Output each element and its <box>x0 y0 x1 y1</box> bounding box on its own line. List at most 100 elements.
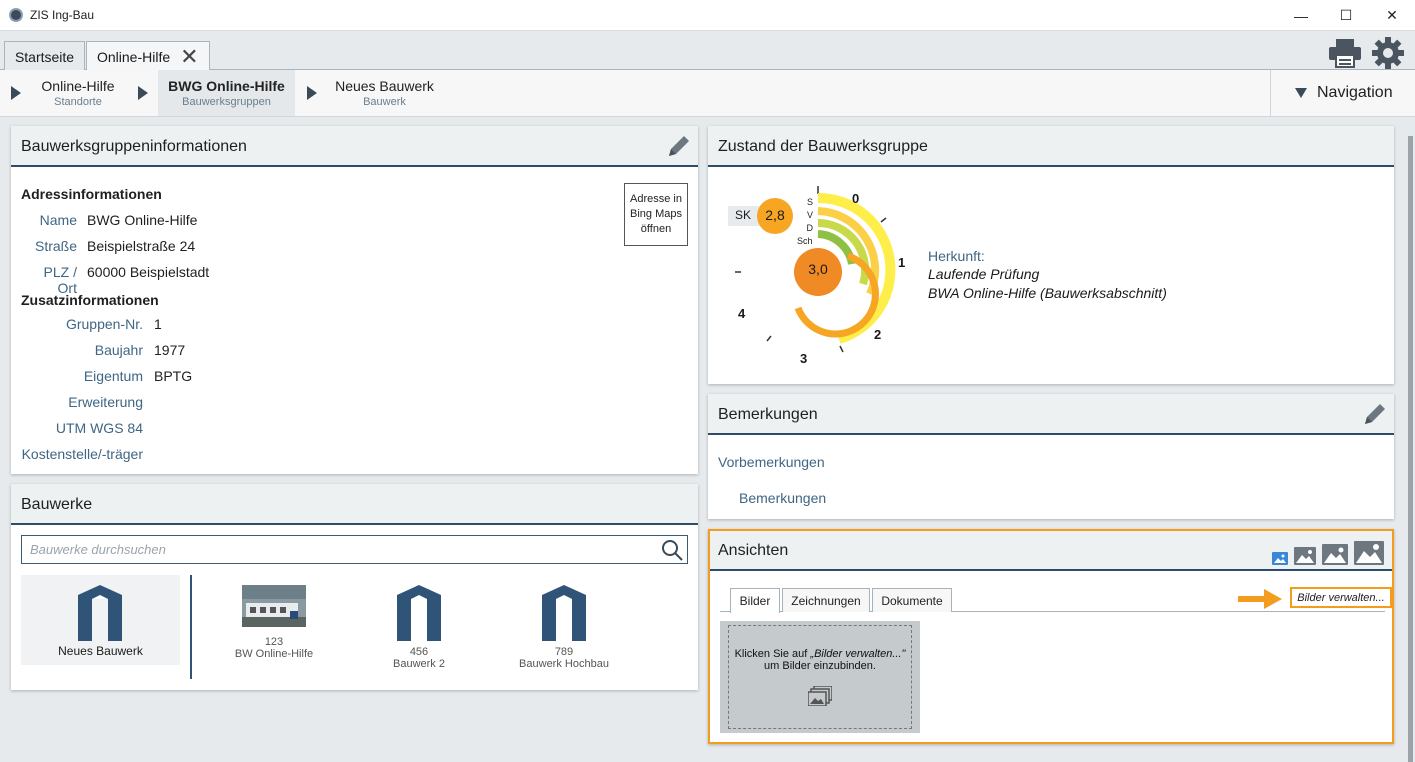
bauwerk-photo <box>242 585 306 627</box>
minimize-button[interactable]: — <box>1278 0 1324 31</box>
divider <box>190 575 192 679</box>
cost-center-label: Kostenstelle/-träger <box>21 446 143 462</box>
ring-labels: S V D <box>801 196 814 235</box>
open-bing-maps-button[interactable]: Adresse in Bing Maps öffnen <box>624 183 688 246</box>
sk-label: SK <box>735 208 752 222</box>
address-section-title: Adressinformationen <box>21 186 162 202</box>
hint-line-2: um Bilder einzubinden. <box>764 660 876 672</box>
hint-prefix: Klicken Sie auf <box>734 648 811 660</box>
image-placeholder[interactable]: Klicken Sie auf „Bilder verwalten..." um… <box>720 621 920 733</box>
image-xlarge-icon[interactable] <box>1354 541 1384 565</box>
printer-icon[interactable] <box>1328 38 1362 73</box>
building-icon <box>397 585 441 641</box>
hint-emphasis: „Bilder verwalten..." <box>810 648 906 660</box>
breadcrumb-subtitle: Bauwerksgruppen <box>182 96 271 108</box>
scale-label-0: 0 <box>852 191 860 206</box>
bauwerk-card[interactable]: 456 Bauwerk 2 <box>369 585 469 670</box>
condition-value: 3,0 <box>808 261 828 277</box>
name-label: Name <box>39 212 77 228</box>
bauwerk-card[interactable]: 789 Bauwerk Hochbau <box>509 585 619 670</box>
group-info-panel: Bauwerksgruppeninformationen Adressinfor… <box>11 126 698 474</box>
breadcrumb-title: Neues Bauwerk <box>335 78 434 94</box>
search-icon[interactable] <box>661 539 683 566</box>
placeholder-hint: Klicken Sie auf „Bilder verwalten..." um… <box>728 625 912 729</box>
herkunft-line-2: BWA Online-Hilfe (Bauwerksabschnitt) <box>928 285 1167 301</box>
navigation-button[interactable]: Navigation <box>1270 70 1415 116</box>
breadcrumb-title: BWG Online-Hilfe <box>168 78 285 94</box>
new-bauwerk-card[interactable]: Neues Bauwerk <box>21 575 180 665</box>
triangle-down-icon <box>1295 88 1307 98</box>
vorbemerkungen-label: Vorbemerkungen <box>718 454 825 470</box>
pencil-icon[interactable] <box>1362 401 1388 432</box>
title-bar: ZIS Ing-Bau — ☐ ✕ <box>0 0 1415 31</box>
close-tab-icon[interactable]: ✕ <box>180 45 198 68</box>
tab-label: Online-Hilfe <box>97 48 171 65</box>
owner-label: Eigentum <box>83 368 143 384</box>
utm-label: UTM WGS 84 <box>55 420 143 436</box>
close-window-button[interactable]: ✕ <box>1369 0 1415 31</box>
tab-strip: Startseite Online-Hilfe ✕ <box>0 31 1415 71</box>
breadcrumb-item-bauwerk[interactable]: Neues Bauwerk Bauwerk <box>328 70 441 116</box>
year-value: 1977 <box>154 342 186 358</box>
city-value: 60000 Beispielstadt <box>87 264 210 280</box>
street-value: Beispielstraße 24 <box>87 238 196 254</box>
breadcrumb: Online-Hilfe Standorte BWG Online-Hilfe … <box>0 70 1415 117</box>
ansichten-tabs: Bilder Zeichnungen Dokumente <box>720 586 1385 613</box>
extra-section-title: Zusatzinformationen <box>21 292 159 308</box>
image-large-icon[interactable] <box>1322 544 1348 565</box>
panel-title: Ansichten <box>718 542 789 559</box>
bauwerk-number: 456 <box>409 646 429 658</box>
image-medium-icon[interactable] <box>1294 547 1316 565</box>
tab-bilder[interactable]: Bilder <box>730 588 780 613</box>
tab-dokumente[interactable]: Dokumente <box>872 588 952 612</box>
vertical-scrollbar[interactable] <box>1406 118 1415 762</box>
tab-zeichnungen[interactable]: Zeichnungen <box>782 588 870 612</box>
name-value: BWG Online-Hilfe <box>87 212 198 228</box>
ring-label-sch: Sch <box>797 236 813 246</box>
herkunft-line-1: Laufende Prüfung <box>928 266 1040 282</box>
app-icon <box>9 8 23 22</box>
panel-header: Ansichten <box>710 531 1392 571</box>
new-bauwerk-label: Neues Bauwerk <box>58 644 143 658</box>
pencil-icon[interactable] <box>666 133 692 164</box>
breadcrumb-arrow-icon <box>11 86 21 100</box>
manage-images-button[interactable]: Bilder verwalten... <box>1290 587 1392 608</box>
image-small-icon[interactable] <box>1272 552 1288 565</box>
zustand-panel: Zustand der Bauwerksgruppe SK 2,8 3,0 S … <box>708 126 1394 384</box>
panel-title: Bauwerksgruppeninformationen <box>21 138 247 155</box>
scrollbar-thumb[interactable] <box>1408 136 1413 762</box>
group-number-value: 1 <box>154 316 162 332</box>
bemerkungen-label: Bemerkungen <box>739 490 827 506</box>
bing-label-2: Bing Maps <box>630 208 682 220</box>
breadcrumb-subtitle: Bauwerk <box>363 96 406 108</box>
bauwerk-name: BW Online-Hilfe <box>234 648 314 660</box>
owner-value: BPTG <box>154 368 193 384</box>
bauwerk-name: Bauwerk Hochbau <box>519 658 609 670</box>
breadcrumb-item-bauwerksgruppen[interactable]: BWG Online-Hilfe Bauwerksgruppen <box>158 70 295 116</box>
arrow-right-icon <box>1238 589 1282 609</box>
extension-label: Erweiterung <box>68 394 143 410</box>
herkunft-label: Herkunft: <box>928 248 985 264</box>
maximize-button[interactable]: ☐ <box>1323 0 1369 31</box>
scale-label-3: 3 <box>800 351 808 366</box>
ring-label-d: D <box>806 223 814 233</box>
panel-header: Zustand der Bauwerksgruppe <box>708 126 1394 167</box>
tab-online-hilfe[interactable]: Online-Hilfe ✕ <box>86 41 210 71</box>
gallery-icon <box>808 686 832 706</box>
breadcrumb-subtitle: Standorte <box>54 96 102 108</box>
panel-header: Bauwerksgruppeninformationen <box>11 126 698 167</box>
search-input[interactable]: Bauwerke durchsuchen <box>21 535 688 564</box>
tab-label: Startseite <box>14 48 75 65</box>
panel-title: Bemerkungen <box>718 406 818 423</box>
tab-startseite[interactable]: Startseite <box>4 41 85 71</box>
building-icon <box>78 585 122 641</box>
street-label: Straße <box>34 238 77 254</box>
bauwerk-number: 789 <box>554 646 574 658</box>
bauwerk-card[interactable]: 123 BW Online-Hilfe <box>224 585 324 660</box>
breadcrumb-item-standorte[interactable]: Online-Hilfe Standorte <box>26 70 130 116</box>
bauwerk-name: Bauwerk 2 <box>393 658 445 670</box>
building-icon <box>542 585 586 641</box>
year-label: Baujahr <box>94 342 143 358</box>
bemerkungen-panel: Bemerkungen Vorbemerkungen Bemerkungen <box>708 394 1394 519</box>
panel-title: Bauwerke <box>21 496 93 513</box>
